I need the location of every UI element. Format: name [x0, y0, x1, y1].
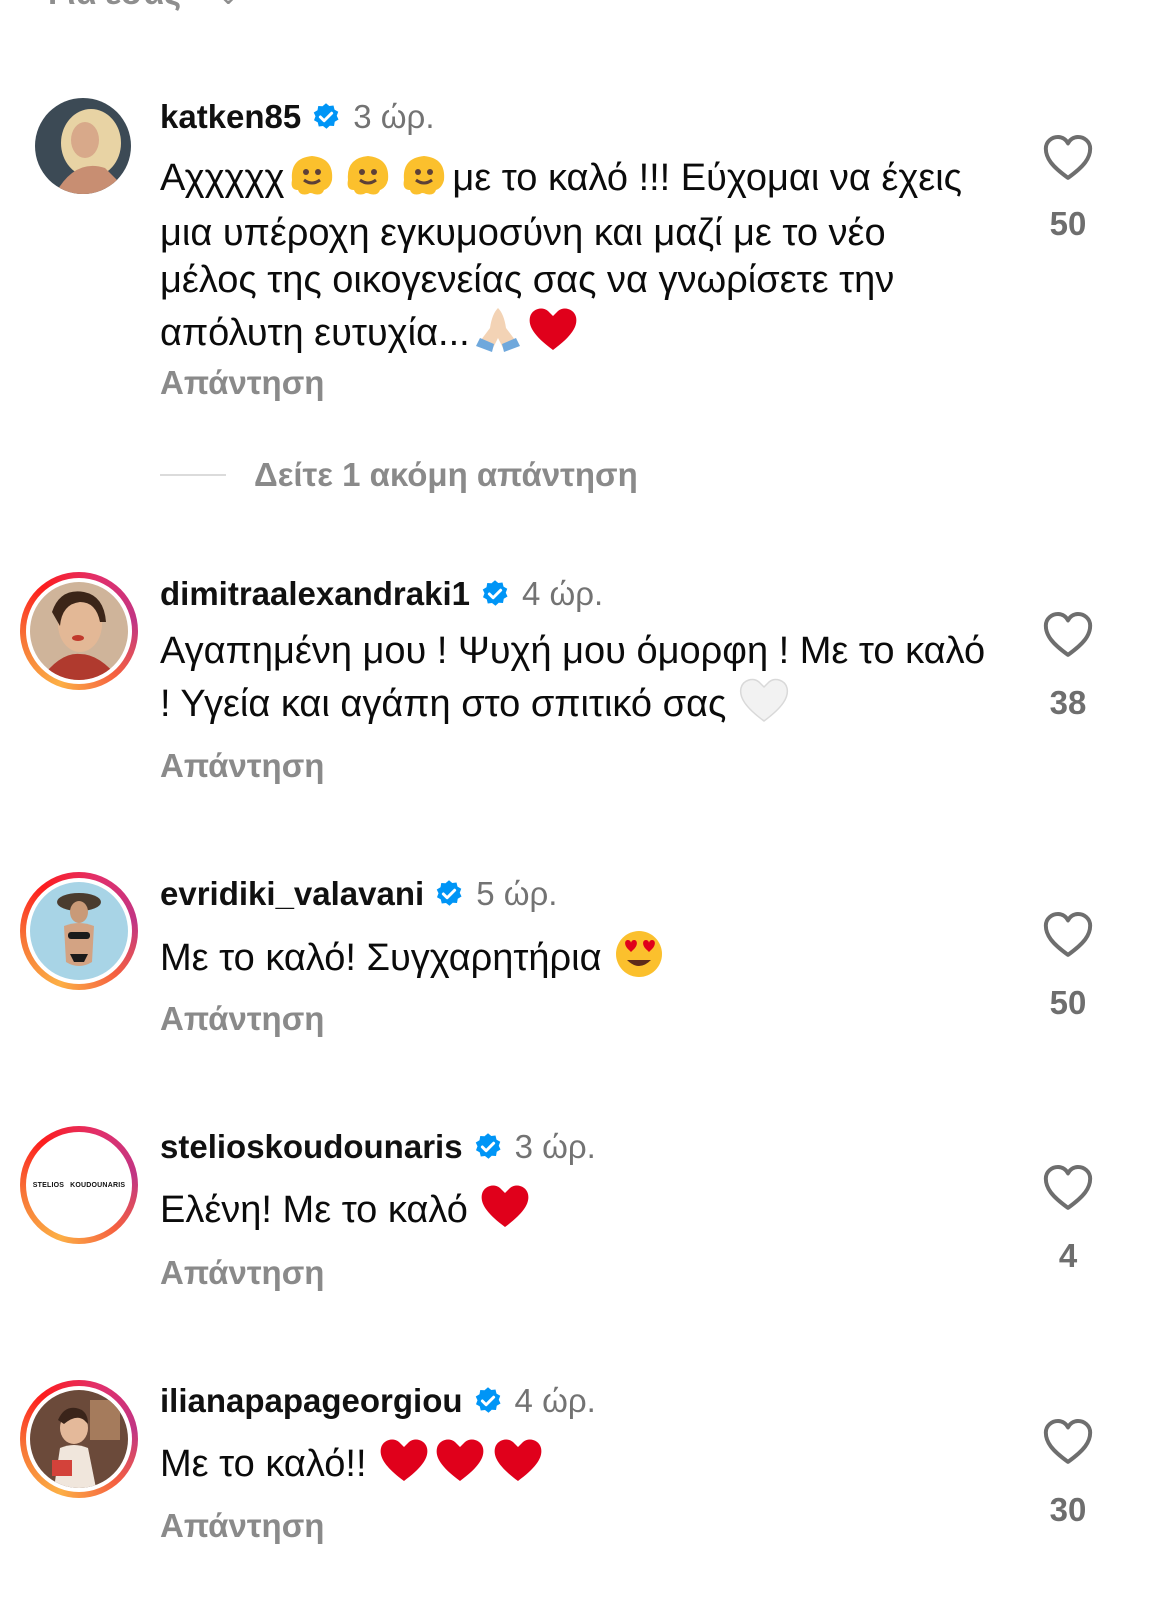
reply-button[interactable]: Απάντηση [160, 1000, 324, 1038]
username[interactable]: evridiki_valavani [160, 874, 424, 914]
verified-badge-icon [475, 1387, 501, 1413]
red-heart-emoji [377, 1435, 431, 1497]
avatar-ring-inner [26, 1386, 132, 1492]
like-count: 4 [1058, 1237, 1078, 1274]
verified-badge-icon [314, 103, 339, 129]
avatar-image [35, 98, 131, 194]
red-heart-emoji [489, 1435, 547, 1497]
username[interactable]: ilianapapageorgiou [160, 1381, 463, 1421]
comment-header: evridiki_valavani 5 ώρ. [160, 874, 557, 914]
melting-face-emoji [284, 150, 340, 210]
heart-outline-icon[interactable] [1040, 607, 1096, 663]
folded-hands-emoji [470, 304, 526, 366]
melting-face-emoji [340, 150, 396, 210]
comment-time: 3 ώρ. [514, 1128, 596, 1165]
username[interactable]: katken85 [160, 97, 301, 137]
comment-time: 5 ώρ. [476, 875, 558, 912]
like-count: 30 [1049, 1491, 1087, 1528]
heart-outline-icon[interactable] [1040, 907, 1096, 963]
avatar[interactable]: STELIOS KOUDOUNARIS [20, 1126, 138, 1244]
comment-text-part-1: Αχχχχχ [160, 157, 285, 200]
verified-badge-icon [475, 1133, 501, 1159]
heart-eyes-emoji [612, 928, 666, 992]
heart-outline-icon[interactable] [1040, 130, 1096, 186]
heart-outline-icon[interactable] [1040, 1414, 1096, 1470]
red-heart-emoji [478, 1181, 532, 1243]
comment-text: Αχχχχχ με το καλό !!! Εύχομαι να έχεις μι… [160, 150, 990, 366]
view-more-replies-button[interactable]: Δείτε 1 ακόμη απάντηση [160, 456, 638, 494]
reply-button[interactable]: Απάντηση [160, 747, 324, 785]
chevron-down-icon: ⌄ [218, 0, 238, 11]
avatar-ring-inner [26, 878, 132, 984]
avatar-image [30, 882, 128, 980]
comment-header: stelioskoudounaris 3 ώρ. [160, 1127, 596, 1167]
comment-time: 4 ώρ. [522, 575, 604, 612]
username[interactable]: dimitraalexandraki1 [160, 574, 470, 614]
comment-text-body: Ελένη! Με το καλό [160, 1189, 468, 1232]
comment-time: 3 ώρ. [353, 98, 435, 135]
melting-face-emoji [396, 150, 452, 210]
comment-text: Με το καλό! Συγχαρητήρια [160, 928, 990, 992]
avatar-ring-inner [26, 578, 132, 684]
like-count: 50 [1049, 984, 1087, 1021]
avatar-image: STELIOS KOUDOUNARIS [30, 1136, 128, 1234]
heart-outline-icon[interactable] [1040, 1160, 1096, 1216]
divider-line [160, 474, 226, 476]
view-more-replies-label: Δείτε 1 ακόμη απάντηση [254, 456, 638, 493]
white-heart-emoji [737, 675, 791, 737]
comment-header: dimitraalexandraki1 4 ώρ. [160, 574, 603, 614]
like-count: 38 [1049, 684, 1087, 721]
red-heart-emoji [431, 1435, 489, 1497]
avatar[interactable] [20, 872, 138, 990]
reply-button[interactable]: Απάντηση [160, 364, 324, 402]
comment-text-body: Με το καλό!! [160, 1443, 367, 1486]
reply-button[interactable]: Απάντηση [160, 1254, 324, 1292]
red-heart-emoji [526, 304, 580, 366]
avatar[interactable] [20, 1380, 138, 1498]
avatar-image [30, 1390, 128, 1488]
comment-header: katken85 3 ώρ. [160, 97, 435, 137]
comment-text-body: Αγαπημένη μου ! Ψυχή μου όμορφη ! Με το … [160, 630, 986, 726]
verified-badge-icon [482, 580, 508, 606]
comment-header: ilianapapageorgiou 4 ώρ. [160, 1381, 596, 1421]
comment-time: 4 ώρ. [514, 1382, 596, 1419]
reply-button[interactable]: Απάντηση [160, 1507, 324, 1545]
sort-dropdown[interactable]: Για εσάς ⌄ [48, 0, 238, 12]
avatar-logo-right: KOUDOUNARIS [70, 1181, 126, 1189]
avatar[interactable] [24, 87, 142, 205]
comment-text-body: Με το καλό! Συγχαρητήρια [160, 937, 602, 980]
avatar-logo-left: STELIOS [32, 1181, 65, 1189]
comment-text: Ελένη! Με το καλό [160, 1181, 990, 1243]
username[interactable]: stelioskoudounaris [160, 1127, 463, 1167]
verified-badge-icon [436, 880, 462, 906]
avatar-ring-inner: STELIOS KOUDOUNARIS [26, 1132, 132, 1238]
avatar-image [30, 582, 128, 680]
comment-text: Αγαπημένη μου ! Ψυχή μου όμορφη ! Με το … [160, 628, 990, 737]
sort-dropdown-label: Για εσάς [48, 0, 181, 11]
like-count: 50 [1049, 205, 1087, 242]
avatar[interactable] [20, 572, 138, 690]
comment-text: Με το καλό!! [160, 1435, 990, 1497]
